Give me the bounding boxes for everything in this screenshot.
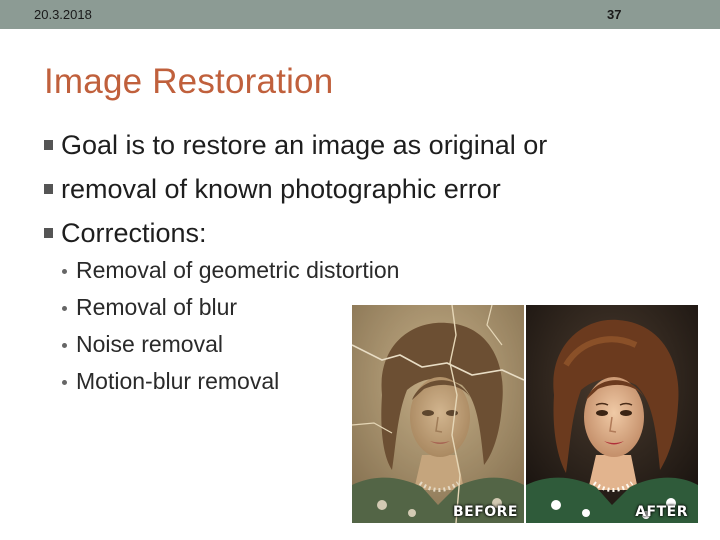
before-portrait-image (352, 305, 524, 523)
after-label: AFTER (635, 504, 688, 520)
bullet-text: Corrections: (61, 218, 207, 248)
slide-title: Image Restoration (44, 62, 334, 101)
bullet-text: Goal is to restore an image as original … (61, 130, 548, 160)
dot-bullet-icon (62, 343, 67, 348)
slide-page-number: 37 (607, 7, 622, 22)
square-bullet-icon (44, 140, 53, 150)
bullet-text: removal of known photographic error (61, 174, 501, 204)
sub-bullet-text: Removal of geometric distortion (76, 257, 400, 283)
sub-bullet-text: Noise removal (76, 331, 223, 357)
slide-date: 20.3.2018 (34, 7, 92, 22)
square-bullet-icon (44, 228, 53, 238)
after-portrait-image (526, 305, 698, 523)
dot-bullet-icon (62, 269, 67, 274)
square-bullet-icon (44, 184, 53, 194)
after-photo: AFTER (526, 305, 698, 523)
dot-bullet-icon (62, 306, 67, 311)
header-bar: 20.3.2018 37 (0, 0, 720, 29)
sub-bullet-text: Motion-blur removal (76, 368, 280, 394)
dot-bullet-icon (62, 380, 67, 385)
sub-bullet-text: Removal of blur (76, 294, 238, 320)
before-label: BEFORE (452, 504, 518, 520)
before-photo: BEFORE (352, 305, 524, 523)
